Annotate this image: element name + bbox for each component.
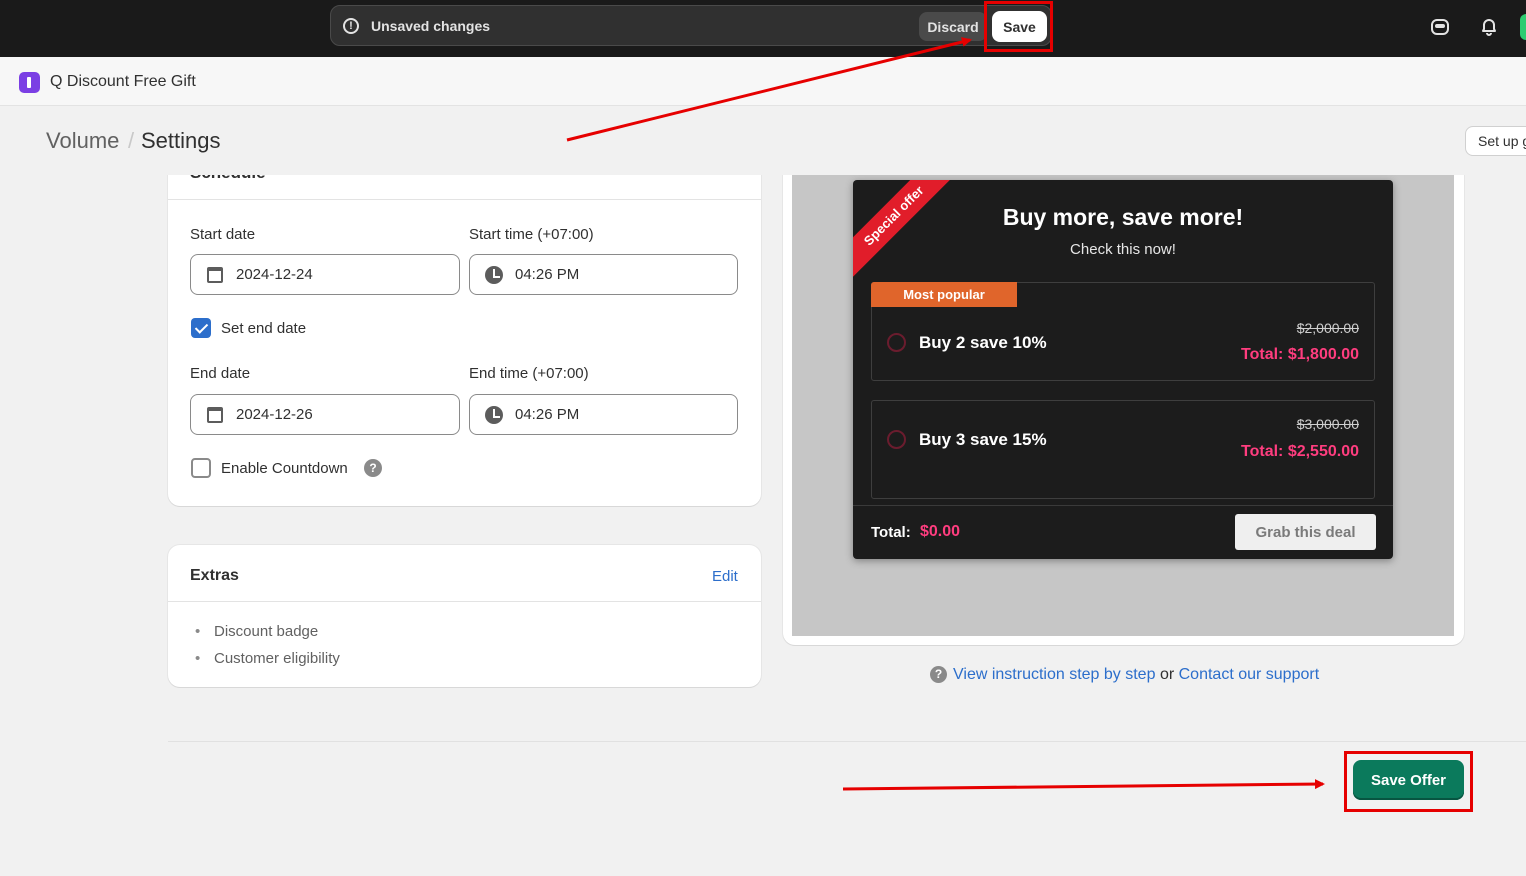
start-time-field[interactable]: 04:26 PM [469,254,738,295]
end-time-field[interactable]: 04:26 PM [469,394,738,435]
sidekick-icon[interactable] [1429,16,1451,38]
start-date-field[interactable]: 2024-12-24 [190,254,460,295]
edit-link[interactable]: Edit [712,568,738,585]
setup-button[interactable]: Set up g [1465,126,1526,156]
extras-title: Extras [190,567,239,584]
offer-total: Total: $2,550.00 [1241,443,1359,460]
instruction-link[interactable]: View instruction step by step [953,666,1155,683]
preview-card: Special offer Buy more, save more! Check… [783,175,1464,645]
enable-countdown-checkbox[interactable] [191,458,211,478]
page-title: Settings [141,128,221,153]
preview-area: Special offer Buy more, save more! Check… [792,175,1454,636]
extras-card: Extras Edit Discount badge Customer elig… [168,545,761,687]
offer-option[interactable]: Buy 3 save 15% $3,000.00 Total: $2,550.0… [871,400,1375,499]
original-price: $2,000.00 [1296,320,1359,336]
widget-title: Buy more, save more! [1002,204,1244,230]
offer-option[interactable]: Most popular Buy 2 save 10% $2,000.00 To… [871,282,1375,381]
help-icon: ? [930,666,947,683]
bell-icon[interactable] [1478,16,1500,38]
app-name: Q Discount Free Gift [50,73,196,90]
footer-total-value: $0.00 [920,523,961,540]
app-header: Q Discount Free Gift [0,57,1526,106]
start-time-value: 04:26 PM [515,266,580,283]
support-link[interactable]: Contact our support [1179,666,1320,683]
discard-button[interactable]: Discard [919,12,987,41]
clock-icon [485,406,503,424]
list-item: Discount badge [195,623,318,640]
list-item: Customer eligibility [195,650,340,667]
original-price: $3,000.00 [1296,416,1359,432]
start-time-label: Start time (+07:00) [469,226,594,243]
offer-radio[interactable] [887,430,906,449]
end-time-label: End time (+07:00) [469,365,589,382]
title-bar: Volume / Settings Set up g [0,106,1526,175]
end-date-label: End date [190,365,251,382]
store-avatar[interactable] [1520,14,1526,40]
offer-widget: Special offer Buy more, save more! Check… [853,180,1393,559]
divider [853,505,1393,506]
divider [168,601,761,602]
start-date-value: 2024-12-24 [236,266,313,283]
most-popular-tag: Most popular [871,282,1017,307]
clock-icon [485,266,503,284]
highlight-box-save-offer [1344,751,1473,812]
offer-total: Total: $1,800.00 [1241,346,1359,363]
app-logo-icon [19,72,40,93]
offer-name: Buy 2 save 10% [919,333,1047,352]
set-end-date-checkbox[interactable] [191,318,211,338]
top-bar: ! Unsaved changes Discard Save [0,0,1526,57]
grab-deal-button[interactable]: Grab this deal [1235,514,1376,550]
calendar-icon [207,407,223,423]
or-text: or [1159,666,1175,683]
calendar-icon [207,267,223,283]
breadcrumb-separator: / [128,128,135,153]
widget-subtitle: Check this now! [1070,241,1176,258]
scroll-region: Schedule Start date 2024-12-24 Start tim… [0,175,1526,876]
highlight-box-save [984,1,1053,52]
end-date-field[interactable]: 2024-12-26 [190,394,460,435]
schedule-card: Schedule Start date 2024-12-24 Start tim… [168,175,761,506]
divider [168,741,1526,742]
help-links: ? View instruction step by step or Contac… [930,666,1319,684]
end-time-value: 04:26 PM [515,406,580,423]
help-icon[interactable]: ? [364,459,382,477]
divider [168,199,761,200]
unsaved-changes-bar: ! Unsaved changes Discard Save [330,5,1052,46]
offer-name: Buy 3 save 15% [919,430,1047,449]
enable-countdown-label[interactable]: Enable Countdown [221,460,348,477]
set-end-date-label[interactable]: Set end date [221,320,306,337]
end-date-value: 2024-12-26 [236,406,313,423]
unsaved-message: Unsaved changes [371,18,491,34]
schedule-title: Schedule [190,175,266,183]
alert-icon: ! [343,18,359,34]
offer-radio[interactable] [887,333,906,352]
footer-total-label: Total: [871,524,911,541]
breadcrumb-volume[interactable]: Volume [46,128,119,154]
start-date-label: Start date [190,226,256,243]
